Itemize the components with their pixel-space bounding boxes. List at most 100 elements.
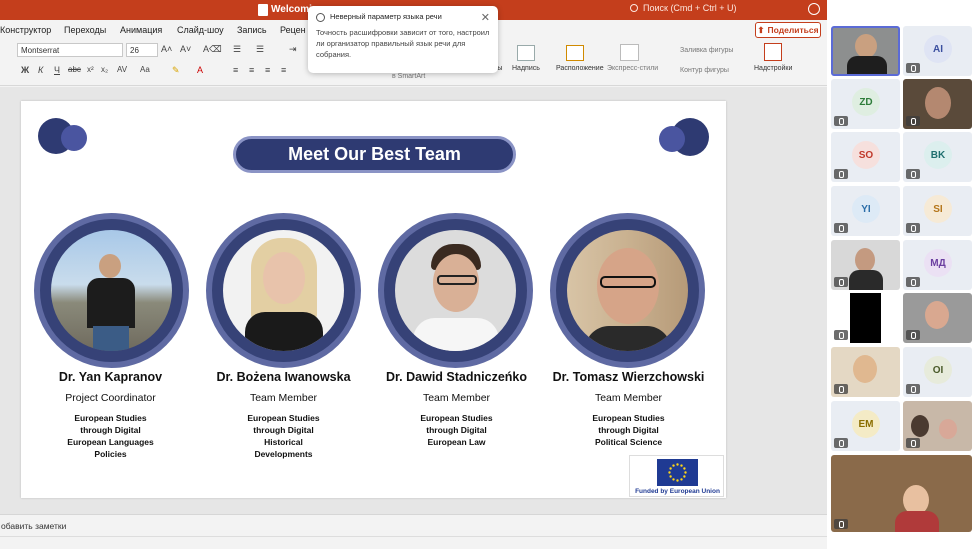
muted-mic-icon — [906, 277, 920, 287]
member-area: European Studies through Digital Europea… — [67, 413, 154, 459]
member-photo-frame — [550, 213, 705, 368]
participant-tile[interactable]: OI — [903, 347, 972, 397]
screen: Welcomin Поиск (Cmd + Ctrl + U) Конструк… — [0, 0, 974, 549]
italic-button[interactable]: К — [38, 65, 43, 75]
participant-tile[interactable] — [903, 293, 972, 343]
participant-avatar: AI — [924, 35, 952, 63]
muted-mic-icon — [834, 169, 848, 179]
participant-avatar: YI — [852, 195, 880, 223]
slide-title: Meet Our Best Team — [233, 136, 516, 173]
search-box[interactable]: Поиск (Cmd + Ctrl + U) — [630, 3, 736, 13]
member-photo — [395, 230, 516, 351]
participant-tile[interactable]: BK — [903, 132, 972, 182]
close-icon[interactable]: ✕ — [481, 11, 490, 24]
participant-tile[interactable] — [831, 26, 900, 76]
member-role: Team Member — [594, 392, 663, 404]
indent-icon[interactable]: ⇥ — [289, 44, 297, 55]
participant-tile[interactable]: МД — [903, 240, 972, 290]
muted-mic-icon — [834, 384, 848, 394]
align-right-icon[interactable]: ≡ — [265, 65, 270, 75]
speech-language-notification: Неверный параметр языка речи Точность ра… — [308, 6, 498, 73]
shape-fill-label[interactable]: Заливка фигуры — [680, 47, 733, 54]
textbox-icon[interactable] — [517, 45, 535, 61]
face-shape — [263, 252, 305, 304]
member-area: European Studies through Digital Europea… — [420, 413, 493, 447]
menu-designer[interactable]: Конструктор — [0, 25, 51, 35]
slide[interactable]: Meet Our Best Team Dr. Yan Kapranov Proj… — [21, 101, 726, 498]
participant-tile[interactable]: SI — [903, 186, 972, 236]
textbox-label[interactable]: Надпись — [512, 65, 540, 72]
bold-button[interactable]: Ж — [21, 65, 29, 75]
strikethrough-button[interactable]: abc — [68, 65, 81, 74]
addins-label[interactable]: Надстройки — [754, 65, 792, 72]
shape-outline-label[interactable]: Контур фигуры — [680, 67, 729, 74]
arrange-label[interactable]: Расположение — [556, 65, 604, 72]
participant-tile[interactable] — [831, 347, 900, 397]
justify-icon[interactable]: ≡ — [281, 65, 286, 75]
muted-mic-icon — [906, 384, 920, 394]
shrink-font-icon[interactable]: A˅ — [180, 44, 191, 54]
font-color-icon[interactable]: A — [197, 65, 203, 75]
bullets-icon[interactable]: ☰ — [233, 44, 241, 55]
participant-tile[interactable]: SO — [831, 132, 900, 182]
muted-mic-icon — [834, 519, 848, 529]
menu-transitions[interactable]: Переходы — [64, 25, 106, 35]
align-left-icon[interactable]: ≡ — [233, 65, 238, 75]
participant-tile[interactable] — [903, 401, 972, 451]
express-styles-label[interactable]: Экспресс-стили — [607, 65, 658, 72]
member-area: European Studies through Digital Politic… — [592, 413, 665, 447]
menu-animation[interactable]: Анимация — [120, 25, 162, 35]
numbering-icon[interactable]: ☰ — [256, 44, 264, 55]
font-size-field[interactable]: 26 — [126, 43, 158, 57]
muted-mic-icon — [906, 223, 920, 233]
participant-avatar: OI — [924, 356, 952, 384]
smartart-label[interactable]: в SmartArt — [392, 73, 425, 80]
highlight-icon[interactable]: ✎ — [172, 65, 180, 76]
subscript-button[interactable]: x₂ — [101, 65, 108, 74]
member-photo-frame — [206, 213, 361, 368]
participant-tile[interactable]: AI — [903, 26, 972, 76]
notes-placeholder: обавить заметки — [1, 521, 67, 531]
face-shape — [855, 34, 877, 58]
member-area: European Studies through Digital Histori… — [247, 413, 320, 459]
notes-pane[interactable]: обавить заметки — [0, 514, 827, 536]
menu-review[interactable]: Рецен — [280, 25, 306, 35]
align-center-icon[interactable]: ≡ — [249, 65, 254, 75]
participant-tile[interactable]: YI — [831, 186, 900, 236]
underline-button[interactable]: Ч — [54, 65, 60, 75]
shirt-shape — [847, 56, 887, 74]
muted-mic-icon — [834, 116, 848, 126]
participant-tile[interactable] — [831, 455, 972, 532]
member-name: Dr. Dawid Stadniczeńko — [385, 370, 527, 384]
menu-slideshow[interactable]: Слайд-шоу — [177, 25, 224, 35]
participant-tile[interactable]: ZD — [831, 79, 900, 129]
member-role: Project Coordinator — [65, 392, 156, 404]
grow-font-icon[interactable]: A˄ — [161, 44, 172, 54]
member-photo-frame — [378, 213, 533, 368]
menu-record[interactable]: Запись — [237, 25, 267, 35]
face-shape — [99, 254, 121, 278]
char-spacing-button[interactable]: AV — [117, 65, 127, 74]
addins-icon[interactable] — [764, 43, 782, 61]
member-photo-frame — [34, 213, 189, 368]
participant-avatar: МД — [924, 249, 952, 277]
superscript-button[interactable]: x² — [87, 65, 94, 74]
muted-mic-icon — [906, 169, 920, 179]
member-role: Team Member — [422, 392, 491, 404]
participant-tile[interactable]: EM — [831, 401, 900, 451]
jeans-shape — [93, 326, 129, 351]
clear-format-icon[interactable]: A⌫ — [203, 44, 222, 55]
font-name-field[interactable]: Montserrat — [17, 43, 123, 57]
share-button[interactable]: ⬆ Поделиться — [755, 22, 821, 38]
muted-mic-icon — [906, 438, 920, 448]
participant-tile[interactable] — [903, 79, 972, 129]
muted-mic-icon — [834, 223, 848, 233]
change-case-button[interactable]: Aa — [140, 65, 150, 74]
arrange-icon[interactable] — [566, 45, 584, 61]
member-card: Dr. Dawid Stadniczeńko Team Member Europ… — [369, 370, 544, 448]
express-styles-icon[interactable] — [620, 44, 639, 61]
participant-tile[interactable] — [831, 240, 900, 290]
participant-tile[interactable] — [831, 293, 900, 343]
account-icon[interactable] — [808, 3, 820, 15]
member-photo — [51, 230, 172, 351]
